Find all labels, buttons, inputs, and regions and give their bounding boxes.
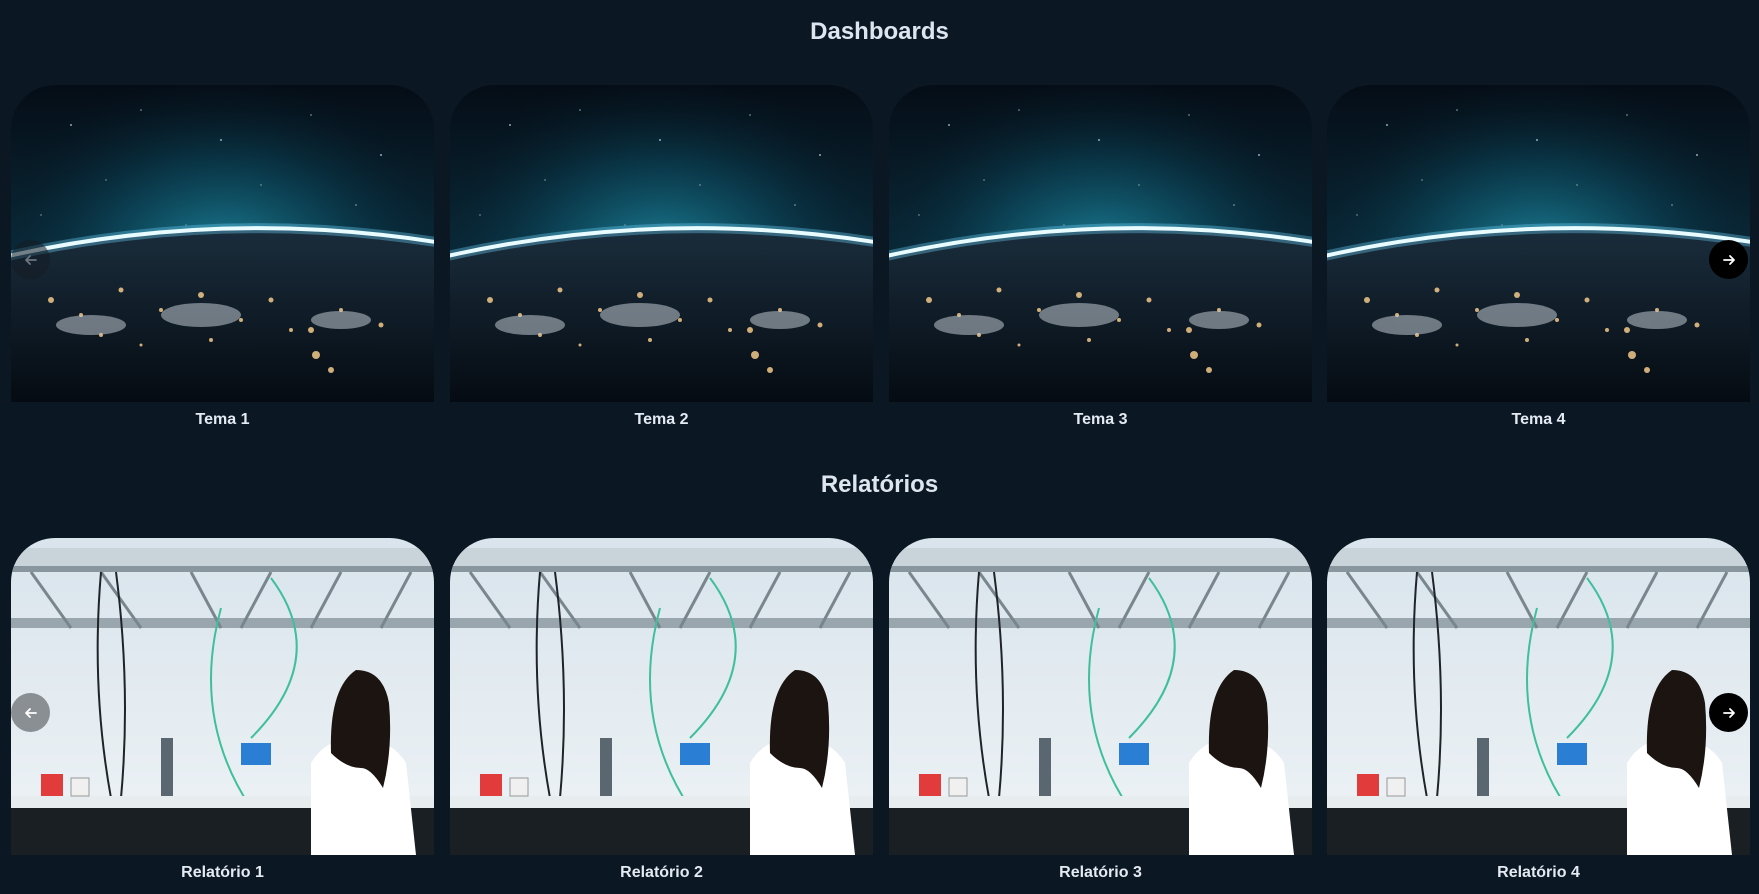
report-card[interactable]: Relatório 2: [450, 538, 873, 882]
earth-night-image[interactable]: [889, 85, 1312, 402]
dashboard-card-caption[interactable]: Tema 3: [889, 411, 1312, 429]
laboratory-image[interactable]: [889, 538, 1312, 855]
report-card-caption[interactable]: Relatório 3: [889, 864, 1312, 882]
arrow-right-icon: [1722, 254, 1735, 265]
dashboard-card-caption[interactable]: Tema 2: [450, 411, 873, 429]
dashboards-carousel: Tema 1 Tema 2 Tema 3 Tema 4: [0, 85, 1759, 440]
relatorios-next-button[interactable]: [1709, 693, 1748, 732]
report-card-caption[interactable]: Relatório 2: [450, 864, 873, 882]
arrow-right-icon: [1722, 707, 1735, 718]
earth-night-image[interactable]: [450, 85, 873, 402]
arrow-left-icon: [24, 707, 37, 718]
relatorios-prev-button[interactable]: [11, 693, 50, 732]
laboratory-image[interactable]: [450, 538, 873, 855]
dashboards-section-title: Dashboards: [810, 18, 949, 45]
dashboard-card-caption[interactable]: Tema 1: [11, 411, 434, 429]
dashboards-prev-button[interactable]: [11, 240, 50, 279]
report-card-caption[interactable]: Relatório 4: [1327, 864, 1750, 882]
relatorios-carousel: Relatório 1 Relatório 2 Relatório 3 Rela…: [0, 538, 1759, 894]
earth-night-image[interactable]: [11, 85, 434, 402]
dashboard-card[interactable]: Tema 2: [450, 85, 873, 429]
laboratory-image[interactable]: [11, 538, 434, 855]
earth-night-image[interactable]: [1327, 85, 1750, 402]
dashboards-next-button[interactable]: [1709, 240, 1748, 279]
report-card[interactable]: Relatório 4: [1327, 538, 1750, 882]
report-card[interactable]: Relatório 3: [889, 538, 1312, 882]
dashboard-card[interactable]: Tema 3: [889, 85, 1312, 429]
dashboard-card[interactable]: Tema 4: [1327, 85, 1750, 429]
arrow-left-icon: [24, 254, 37, 265]
report-card-caption[interactable]: Relatório 1: [11, 864, 434, 882]
report-card[interactable]: Relatório 1: [11, 538, 434, 882]
relatorios-section-title: Relatórios: [820, 471, 939, 498]
dashboard-card[interactable]: Tema 1: [11, 85, 434, 429]
laboratory-image[interactable]: [1327, 538, 1750, 855]
dashboard-card-caption[interactable]: Tema 4: [1327, 411, 1750, 429]
